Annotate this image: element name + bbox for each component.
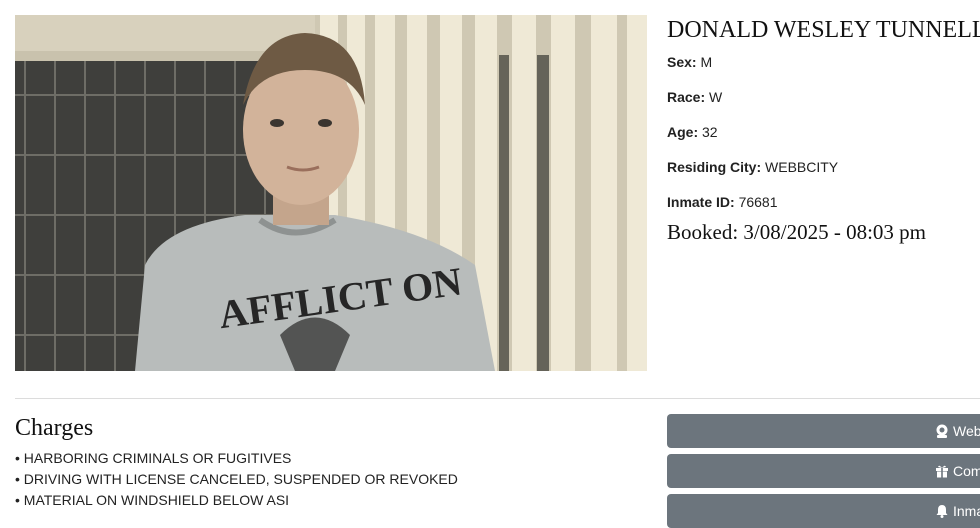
inmate-photo: AFFLICT ON: [15, 15, 647, 371]
age-field: Age: 32: [667, 121, 980, 156]
commissary-button-label: Com: [953, 463, 980, 479]
inmate-info: DONALD WESLEY TUNNELL Sex: M Race: W Age…: [667, 15, 980, 245]
sex-field: Sex: M: [667, 51, 980, 86]
charge-item: • HARBORING CRIMINALS OR FUGITIVES: [15, 450, 292, 466]
booked-datetime: Booked: 3/08/2025 - 08:03 pm: [667, 220, 926, 244]
bell-icon: [936, 505, 948, 518]
inmate-id-value: 76681: [738, 194, 778, 210]
gift-icon: [936, 465, 948, 478]
webcam-icon: [936, 424, 948, 438]
city-value: WEBBCITY: [765, 159, 839, 175]
charge-item: • MATERIAL ON WINDSHIELD BELOW ASI: [15, 492, 290, 508]
sex-value: M: [700, 54, 713, 70]
sex-label: Sex:: [667, 54, 697, 70]
age-value: 32: [702, 124, 718, 140]
charges-title: Charges: [15, 415, 94, 441]
age-label: Age:: [667, 124, 699, 140]
charges-section: Charges • HARBORING CRIMINALS OR FUGITIV…: [15, 415, 635, 511]
commissary-button[interactable]: Com: [667, 454, 980, 488]
race-label: Race:: [667, 89, 706, 105]
section-divider: [15, 398, 980, 399]
charge-item: • DRIVING WITH LICENSE CANCELED, SUSPEND…: [15, 471, 458, 487]
webcam-button[interactable]: Web: [667, 414, 980, 448]
city-label: Residing City:: [667, 159, 762, 175]
inmate-name: DONALD WESLEY TUNNELL: [667, 17, 980, 43]
race-value: W: [709, 89, 723, 105]
webcam-button-label: Web: [953, 423, 980, 439]
inmate-notify-button-label: Inmate N: [953, 503, 980, 519]
race-field: Race: W: [667, 86, 980, 121]
inmate-notify-button[interactable]: Inmate N: [667, 494, 980, 528]
inmate-id-label: Inmate ID:: [667, 194, 735, 210]
city-field: Residing City: WEBBCITY: [667, 156, 980, 191]
